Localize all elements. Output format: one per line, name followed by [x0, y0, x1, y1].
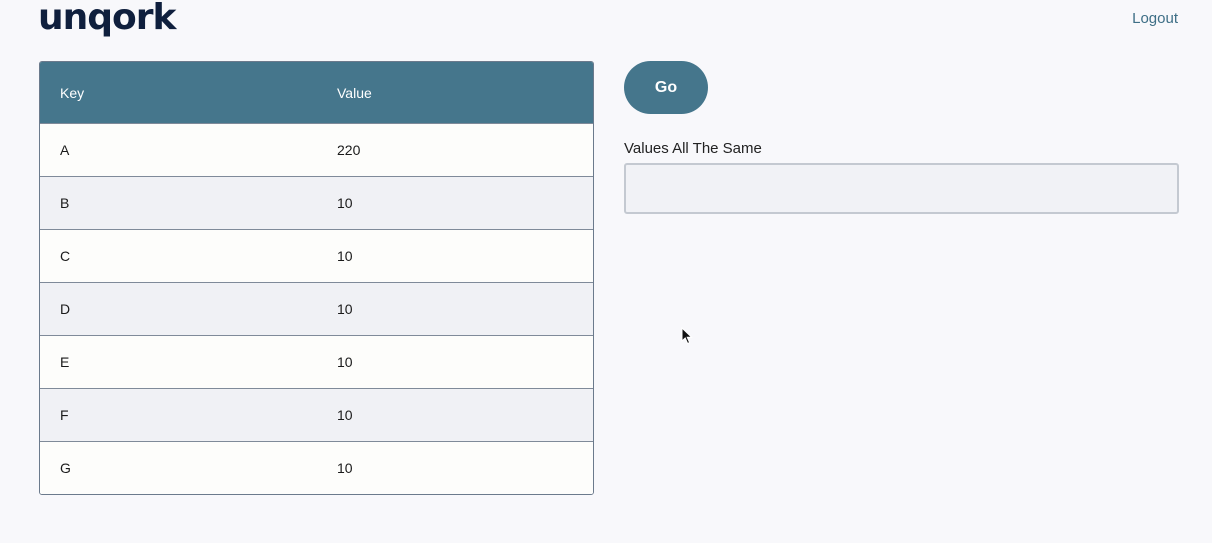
table-row[interactable]: C 10	[40, 229, 593, 282]
cell-value: 10	[337, 354, 353, 370]
cell-key: D	[60, 301, 71, 317]
cell-value: 220	[337, 142, 361, 158]
cell-key: E	[60, 354, 70, 370]
cell-key: F	[60, 407, 69, 423]
cell-value: 10	[337, 460, 353, 476]
unqork-logo: unqork	[38, 0, 176, 38]
cell-value: 10	[337, 248, 353, 264]
table-row[interactable]: D 10	[40, 282, 593, 335]
table-row[interactable]: E 10	[40, 335, 593, 388]
mouse-pointer-icon	[681, 327, 693, 345]
table-row[interactable]: G 10	[40, 441, 593, 494]
table-header: Key Value	[40, 62, 593, 123]
page: unqork Logout Key Value A 220 B 10 C 10 …	[0, 0, 1212, 543]
cell-value: 10	[337, 301, 353, 317]
go-button[interactable]: Go	[624, 61, 708, 114]
table-row[interactable]: A 220	[40, 123, 593, 176]
cell-value: 10	[337, 407, 353, 423]
table-row[interactable]: B 10	[40, 176, 593, 229]
cell-key: C	[60, 248, 71, 264]
table-row[interactable]: F 10	[40, 388, 593, 441]
cell-key: A	[60, 142, 70, 158]
column-header-key[interactable]: Key	[40, 85, 317, 101]
column-header-value[interactable]: Value	[317, 85, 593, 101]
cell-key: G	[60, 460, 71, 476]
cell-key: B	[60, 195, 70, 211]
logout-link[interactable]: Logout	[1132, 10, 1178, 27]
values-all-same-input[interactable]	[624, 163, 1179, 214]
key-value-table: Key Value A 220 B 10 C 10 D 10 E 10 F 10…	[39, 61, 594, 495]
values-all-same-label: Values All The Same	[624, 140, 762, 157]
cell-value: 10	[337, 195, 353, 211]
